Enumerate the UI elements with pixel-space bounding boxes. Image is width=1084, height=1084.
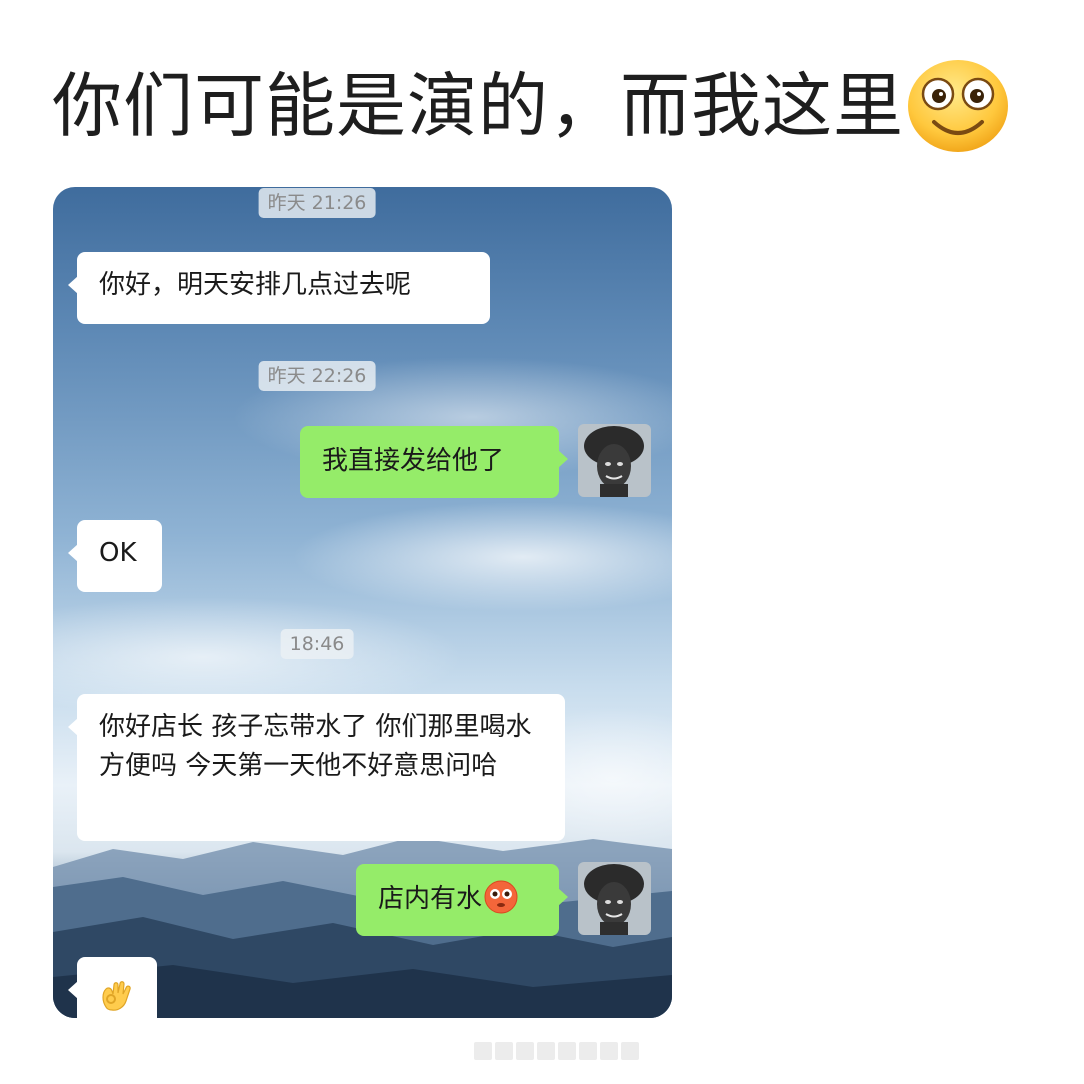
incoming-message-bubble[interactable]: 你好，明天安排几点过去呢	[68, 252, 490, 324]
ok-hand-emoji-icon	[102, 981, 131, 1011]
headline-text: 你们可能是演的，而我这里	[52, 65, 904, 147]
avatar[interactable]	[578, 862, 651, 935]
incoming-message-bubble[interactable]: 你好店长 孩子忘带水了 你们那里喝水方便吗 今天第一天他不好意思问哈	[68, 694, 565, 841]
flushed-face-emoji-icon	[484, 880, 518, 914]
avatar-portrait-icon	[578, 424, 651, 497]
avatar-portrait-icon	[578, 862, 651, 935]
chat-screenshot: 昨天 21:26 你好，明天安排几点过去呢 昨天 22:26 我直接发给他了 O…	[53, 187, 672, 1018]
watermark	[474, 1042, 639, 1060]
avatar[interactable]	[578, 424, 651, 497]
message-text: 店内有水	[378, 884, 483, 914]
outgoing-message-bubble[interactable]: 我直接发给他了	[300, 426, 568, 498]
outgoing-message-bubble[interactable]: 店内有水	[356, 864, 568, 936]
timestamp: 昨天 22:26	[258, 361, 376, 391]
smiling-face-emoji-icon	[908, 60, 1008, 152]
post-headline: 你们可能是演的，而我这里	[52, 56, 1010, 156]
timestamp: 18:46	[280, 629, 354, 659]
incoming-message-bubble[interactable]	[68, 957, 157, 1018]
timestamp: 昨天 21:26	[258, 188, 376, 218]
incoming-message-bubble[interactable]: OK	[68, 520, 162, 592]
